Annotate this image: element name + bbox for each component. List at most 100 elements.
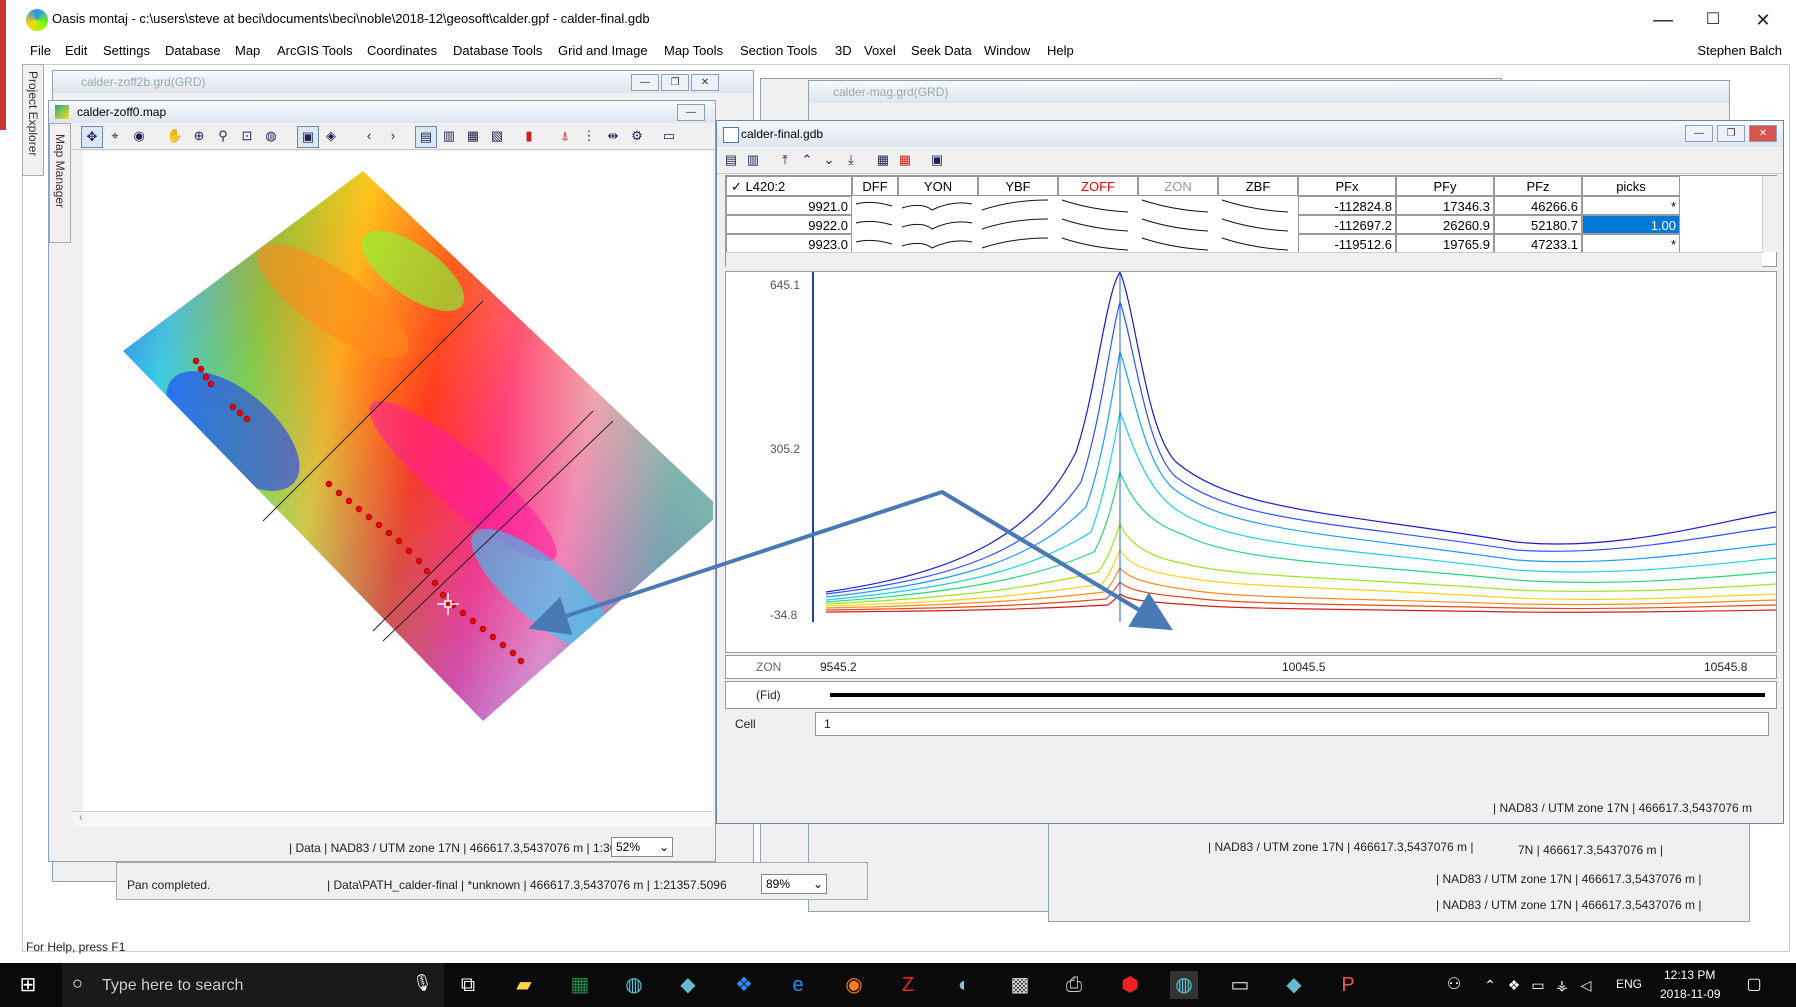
row-pfy[interactable]: 17346.3 [1396, 196, 1494, 215]
prev-line-icon[interactable]: ⌃ [797, 150, 817, 170]
project-explorer-tab[interactable]: Project Explorer [22, 64, 44, 176]
row-pfx[interactable]: -119512.6 [1298, 234, 1396, 253]
export-icon[interactable]: ▣ [927, 150, 947, 170]
layer-icon[interactable]: ▣ [297, 126, 319, 148]
col-header-dff[interactable]: DFF [852, 176, 898, 196]
globe-icon[interactable]: ◍ [261, 126, 281, 146]
print-icon[interactable]: ▭ [659, 126, 679, 146]
row-picks[interactable]: * [1582, 196, 1680, 215]
clock-time[interactable]: 12:13 PM [1664, 968, 1715, 982]
cell-input[interactable]: 1 [815, 712, 1769, 736]
row-pfy[interactable]: 19765.9 [1396, 234, 1494, 253]
col-header-picks[interactable]: picks [1582, 176, 1680, 196]
grid-dots-icon[interactable]: ⋮ [579, 126, 599, 146]
col-header-zon[interactable]: ZON [1138, 176, 1218, 196]
menu-grid-and-image[interactable]: Grid and Image [558, 43, 648, 58]
line-selector[interactable]: ✓ L420:2 [726, 176, 852, 196]
microphone-icon[interactable]: 🎙 [412, 973, 432, 993]
view-1-icon[interactable]: ▤ [415, 126, 437, 148]
people-icon[interactable]: ⚇ [1440, 971, 1468, 999]
spreadsheet-vscrollbar[interactable] [1762, 176, 1777, 252]
maximize-button[interactable]: ☐ [1693, 6, 1733, 34]
powerpoint-icon[interactable]: P [1334, 971, 1362, 999]
volume-icon[interactable]: ◁ [1572, 971, 1600, 999]
db-delete-icon[interactable]: ▥ [743, 150, 763, 170]
menu-coordinates[interactable]: Coordinates [367, 43, 437, 58]
oasis-active-icon[interactable]: ◍ [1170, 971, 1198, 999]
move-icon[interactable]: ⇹ [603, 126, 623, 146]
select-tool-icon[interactable]: ✥ [81, 126, 103, 148]
file-explorer-icon[interactable]: ▰ [510, 971, 538, 999]
menu-map-tools[interactable]: Map Tools [664, 43, 723, 58]
profile-icon[interactable]: ▦ [895, 150, 915, 170]
dropbox-icon[interactable]: ❖ [730, 971, 758, 999]
view-3-icon[interactable]: ▦ [463, 126, 483, 146]
menu-voxel[interactable]: Voxel [864, 43, 896, 58]
map-minimize-button[interactable]: — [677, 104, 705, 121]
zoom-icon[interactable]: ⚲ [213, 126, 233, 146]
map-hscrollbar[interactable]: ‹ [73, 810, 713, 826]
close-button[interactable]: ✕ [1743, 6, 1783, 34]
menu-seek-data[interactable]: Seek Data [911, 43, 972, 58]
pin-icon[interactable]: ⍋ [555, 126, 575, 146]
menu-window[interactable]: Window [984, 43, 1030, 58]
spreadsheet[interactable]: ✓ L420:2 DFF YON YBF ZOFF ZON ZBF PFx PF… [725, 175, 1777, 267]
menu-database[interactable]: Database [165, 43, 221, 58]
view-4-icon[interactable]: ▧ [487, 126, 507, 146]
view-2-icon[interactable]: ▥ [439, 126, 459, 146]
spreadsheet-icon[interactable]: ▦ [873, 150, 893, 170]
menu-3d[interactable]: 3D [835, 43, 852, 58]
row-picks[interactable]: * [1582, 234, 1680, 253]
filezilla-icon[interactable]: Z [894, 971, 922, 999]
gear-icon[interactable]: ⚙ [627, 126, 647, 146]
first-line-icon[interactable]: ⤒ [775, 150, 795, 170]
gdb-restore-button[interactable]: ❐ [1717, 125, 1745, 142]
grid-close-button[interactable]: ✕ [691, 74, 719, 91]
info-tool-icon[interactable]: ◉ [129, 126, 149, 146]
clock-date[interactable]: 2018-11-09 [1660, 987, 1721, 1001]
profile-panel[interactable]: 645.1 305.2 -34.8 [725, 271, 1777, 653]
next-line-icon[interactable]: ⌄ [819, 150, 839, 170]
map-manager-tab[interactable]: Map Manager [49, 123, 71, 243]
row-pfz[interactable]: 46266.6 [1494, 196, 1582, 215]
printer-icon[interactable]: ⎙ [1060, 971, 1088, 999]
spreadsheet-hscrollbar[interactable] [726, 252, 1762, 267]
db-save-icon[interactable]: ▤ [721, 150, 741, 170]
col-header-zbf[interactable]: ZBF [1218, 176, 1298, 196]
row-pfy[interactable]: 26260.9 [1396, 215, 1494, 234]
row-fid[interactable]: 9921.0 [726, 196, 852, 215]
last-line-icon[interactable]: ⤓ [841, 150, 861, 170]
forward-arrow-icon[interactable]: › [383, 126, 403, 146]
menu-file[interactable]: File [30, 43, 51, 58]
app3-icon[interactable]: ◆ [1280, 971, 1308, 999]
minimize-button[interactable]: — [1643, 6, 1683, 34]
grid-restore-button[interactable]: ❐ [661, 74, 689, 91]
col-header-ybf[interactable]: YBF [978, 176, 1058, 196]
col-header-pfx[interactable]: PFx [1298, 176, 1396, 196]
col-header-pfz[interactable]: PFz [1494, 176, 1582, 196]
firefox-icon[interactable]: ◉ [840, 971, 868, 999]
menu-edit[interactable]: Edit [65, 43, 87, 58]
app-icon[interactable]: ◆ [674, 971, 702, 999]
menu-section-tools[interactable]: Section Tools [740, 43, 817, 58]
map-zoom-select[interactable]: 52% ⌄ [611, 837, 673, 857]
oasis-taskbar-icon[interactable]: ◍ [620, 971, 648, 999]
edge-icon[interactable]: e [784, 971, 812, 999]
search-box[interactable]: ○ Type here to search 🎙 [62, 963, 444, 1007]
menu-arcgis-tools[interactable]: ArcGIS Tools [277, 43, 353, 58]
layer-refresh-icon[interactable]: ◈ [321, 126, 341, 146]
gdb-window[interactable]: calder-final.gdb — ❐ ✕ ▤ ▥ ⤒ ⌃ ⌄ ⤓ ▦ ▦ ▣… [716, 120, 1784, 824]
pointer-tool-icon[interactable]: ⌖ [105, 126, 125, 146]
row-pfx[interactable]: -112824.8 [1298, 196, 1396, 215]
calculator-icon[interactable]: ▩ [1006, 971, 1034, 999]
excel-icon[interactable]: ▦ [566, 971, 594, 999]
col-header-zoff[interactable]: ZOFF [1058, 176, 1138, 196]
windows-start-icon[interactable]: ⊞ [14, 971, 42, 999]
col-header-pfy[interactable]: PFy [1396, 176, 1494, 196]
language-indicator[interactable]: ENG [1616, 977, 1642, 991]
grid-minimize-button[interactable]: — [631, 74, 659, 91]
row-pfz[interactable]: 52180.7 [1494, 215, 1582, 234]
menu-map[interactable]: Map [235, 43, 260, 58]
zoom-in-icon[interactable]: ⊕ [189, 126, 209, 146]
map-window[interactable]: calder-zoff0.map — ✥ ⌖ ◉ ✋ ⊕ ⚲ ⊡ ◍ ▣ ◈ ‹… [48, 100, 716, 862]
